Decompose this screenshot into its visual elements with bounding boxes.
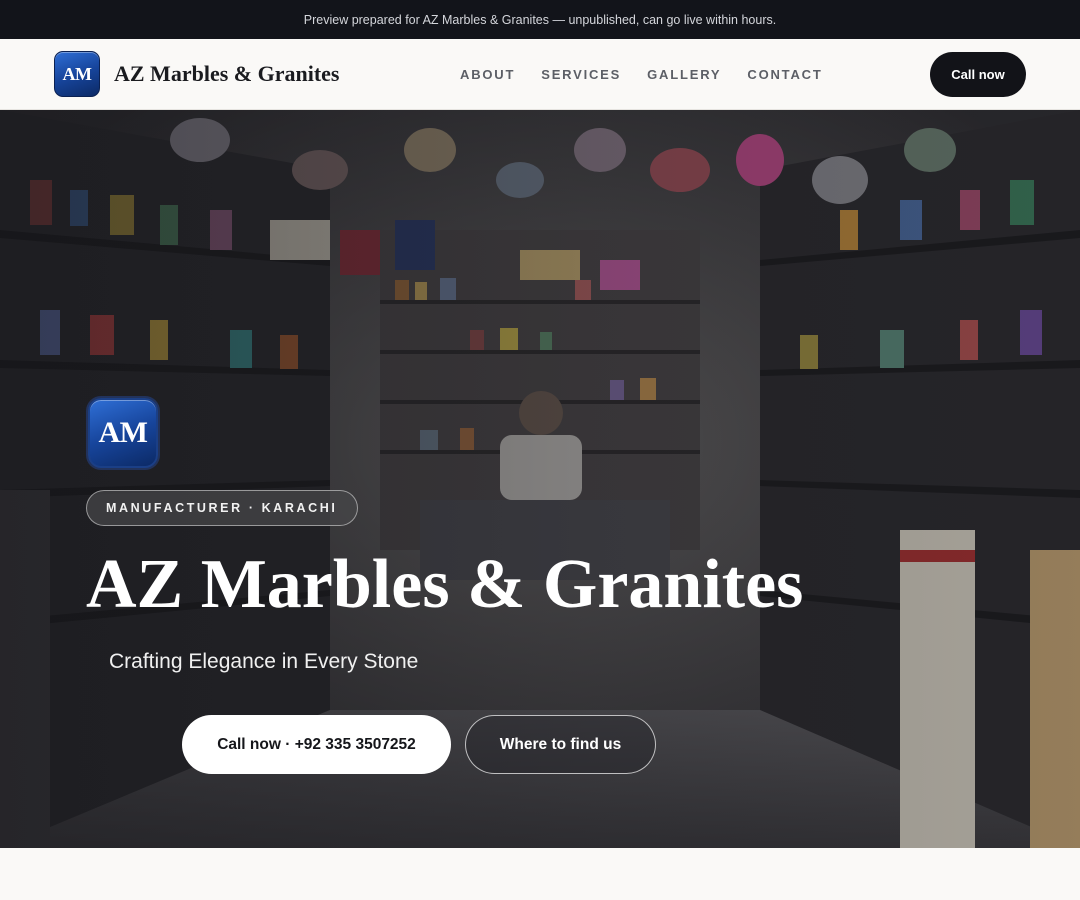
hero-section: AM MANUFACTURER · KARACHI AZ Marbles & G… bbox=[0, 110, 1080, 848]
brand[interactable]: AM AZ Marbles & Granites bbox=[54, 51, 339, 97]
call-now-button[interactable]: Call now bbox=[930, 52, 1026, 97]
logo-icon: AM bbox=[54, 51, 100, 97]
brand-name: AZ Marbles & Granites bbox=[114, 61, 340, 86]
hero-logo-icon: AM bbox=[88, 398, 158, 468]
preview-banner-text: Preview prepared for AZ Marbles & Granit… bbox=[303, 12, 777, 27]
preview-banner: Preview prepared for AZ Marbles & Granit… bbox=[0, 0, 1080, 39]
nav-link-contact[interactable]: CONTACT bbox=[747, 67, 822, 82]
nav-link-services[interactable]: SERVICES bbox=[541, 67, 621, 82]
location-badge: MANUFACTURER · KARACHI bbox=[86, 490, 358, 526]
site-header: AM AZ Marbles & Granites ABOUT SERVICES … bbox=[0, 39, 1080, 110]
nav-link-gallery[interactable]: GALLERY bbox=[647, 67, 721, 82]
call-phone-button[interactable]: Call now · +92 335 3507252 bbox=[182, 715, 451, 774]
hero-subtitle: Crafting Elegance in Every Stone bbox=[109, 650, 419, 673]
main-nav: ABOUT SERVICES GALLERY CONTACT bbox=[460, 39, 849, 109]
nav-link-about[interactable]: ABOUT bbox=[460, 67, 515, 82]
find-us-button[interactable]: Where to find us bbox=[465, 715, 656, 774]
hero-title: AZ Marbles & Granites bbox=[86, 546, 804, 623]
